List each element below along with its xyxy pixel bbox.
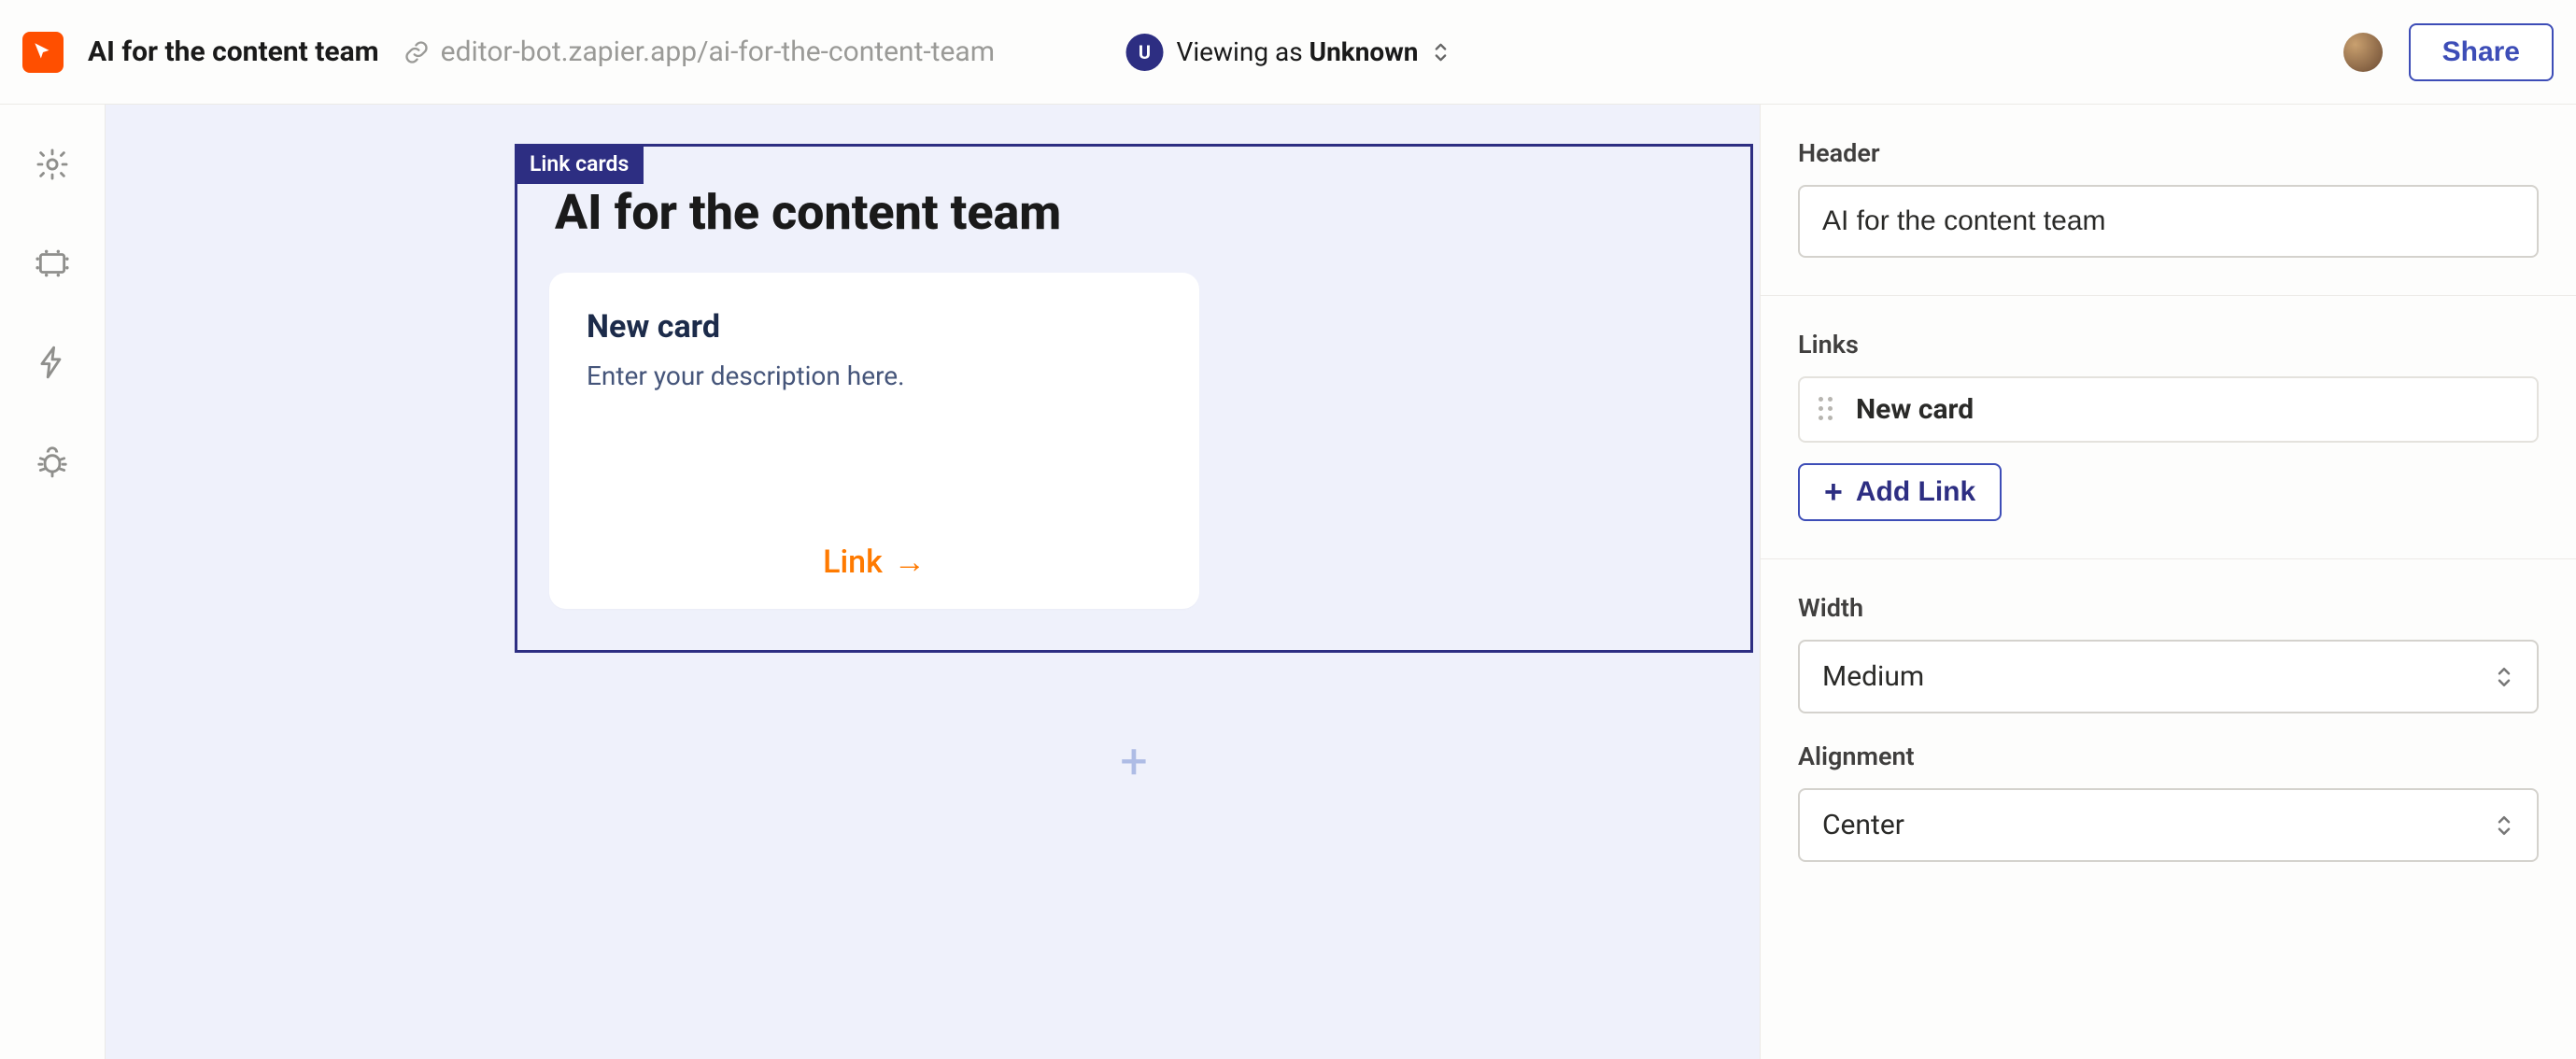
rail-settings[interactable] <box>30 142 75 187</box>
page-url-wrap[interactable]: editor-bot.zapier.app/ai-for-the-content… <box>403 35 995 68</box>
chevron-up-down-icon <box>1431 39 1450 65</box>
link-card[interactable]: New card Enter your description here. Li… <box>549 273 1199 609</box>
block-tag: Link cards <box>515 144 644 184</box>
alignment-label: Alignment <box>1798 741 2539 771</box>
card-link-label: Link <box>823 544 883 581</box>
rail-debug[interactable] <box>30 439 75 484</box>
card-description: Enter your description here. <box>587 360 1162 391</box>
panel-section-layout: Width Medium Alignment Center <box>1761 559 2576 899</box>
width-value: Medium <box>1822 660 1924 693</box>
plus-icon: + <box>1824 476 1843 508</box>
width-select[interactable]: Medium <box>1798 640 2539 713</box>
alignment-value: Center <box>1822 809 1904 841</box>
avatar[interactable] <box>2343 33 2383 72</box>
page-title[interactable]: AI for the content team <box>88 35 379 68</box>
topbar-left: AI for the content team editor-bot.zapie… <box>22 32 995 73</box>
viewer-label: Viewing as Unknown <box>1177 36 1419 67</box>
chevron-up-down-icon <box>2494 812 2514 840</box>
cursor-icon <box>31 40 55 64</box>
share-button[interactable]: Share <box>2409 23 2554 81</box>
add-block-button[interactable]: + <box>1120 738 1148 786</box>
page-url: editor-bot.zapier.app/ai-for-the-content… <box>441 35 995 68</box>
rail-layout[interactable] <box>30 241 75 286</box>
add-link-button[interactable]: + Add Link <box>1798 463 2002 521</box>
gear-icon <box>35 147 70 182</box>
rail-actions[interactable] <box>30 340 75 385</box>
drag-handle-icon[interactable] <box>1819 397 1839 423</box>
arrow-right-icon: → <box>894 544 926 581</box>
link-item[interactable]: New card <box>1798 376 2539 443</box>
canvas-inner: Link cards AI for the content team New c… <box>515 144 1753 653</box>
link-cards-block[interactable]: Link cards AI for the content team New c… <box>515 144 1753 653</box>
bug-icon <box>35 444 70 479</box>
viewer-prefix: Viewing as <box>1177 36 1309 67</box>
link-item-label: New card <box>1856 393 1974 426</box>
topbar-right: Share <box>2343 23 2554 81</box>
link-icon <box>403 39 430 65</box>
block-heading[interactable]: AI for the content team <box>555 184 1719 241</box>
canvas[interactable]: Link cards AI for the content team New c… <box>105 105 1760 1059</box>
bolt-icon <box>35 345 70 380</box>
card-title: New card <box>587 308 1162 346</box>
main: Link cards AI for the content team New c… <box>0 105 2576 1059</box>
chevron-up-down-icon <box>2494 663 2514 691</box>
add-link-label: Add Link <box>1856 476 1975 508</box>
panel-section-links: Links New card + Add Link <box>1761 296 2576 559</box>
viewer-name: Unknown <box>1309 36 1419 67</box>
left-rail <box>0 105 105 1059</box>
links-label: Links <box>1798 330 2539 360</box>
card-link[interactable]: Link → <box>587 506 1162 581</box>
topbar: AI for the content team editor-bot.zapie… <box>0 0 2576 105</box>
layout-icon <box>35 246 70 281</box>
alignment-select[interactable]: Center <box>1798 788 2539 862</box>
panel-section-header: Header <box>1761 105 2576 296</box>
width-label: Width <box>1798 593 2539 623</box>
header-input[interactable] <box>1798 185 2539 258</box>
properties-panel: Header Links New card + Add Link Width M… <box>1760 105 2576 1059</box>
app-logo[interactable] <box>22 32 64 73</box>
header-label: Header <box>1798 138 2539 168</box>
viewer-switch[interactable]: U Viewing as Unknown <box>1126 34 1451 71</box>
viewer-badge: U <box>1126 34 1164 71</box>
